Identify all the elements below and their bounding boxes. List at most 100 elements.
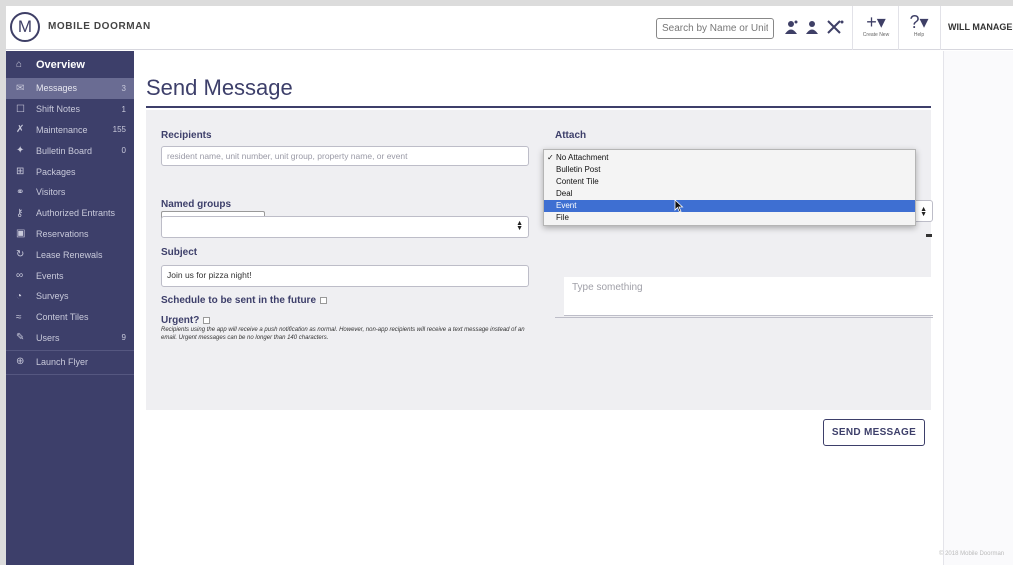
sidebar-item-shift-notes[interactable]: ☐ Shift Notes 1 — [6, 99, 134, 120]
sidebar-item-launch-flyer[interactable]: ⊕ Launch Flyer — [6, 351, 134, 372]
editor-toolbar — [926, 234, 932, 237]
urgent-label: Urgent? — [161, 315, 200, 326]
tiles-icon: ≈ — [16, 311, 22, 323]
flyer-icon: ⊕ — [16, 356, 25, 368]
search-input[interactable] — [656, 18, 774, 39]
urgent-checkbox[interactable] — [203, 316, 211, 324]
sidebar-item-count: 3 — [121, 83, 126, 93]
sidebar-item-label: Users — [36, 332, 60, 343]
envelope-icon: ✉ — [16, 82, 25, 94]
attach-option-file[interactable]: File — [544, 212, 915, 224]
refresh-icon: ↻ — [16, 249, 25, 261]
note-icon: ☐ — [16, 103, 25, 115]
brand-name: MOBILE DOORMAN — [48, 21, 151, 32]
residents-icon[interactable] — [804, 19, 820, 39]
toolbar-divider — [852, 6, 853, 50]
sidebar-item-label: Bulletin Board — [36, 145, 93, 156]
editor-divider — [555, 317, 933, 318]
sidebar-item-packages[interactable]: ⊞ Packages — [6, 161, 134, 182]
user-menu[interactable]: WILL MANAGER — [948, 22, 1013, 32]
staff-icon[interactable] — [783, 19, 799, 39]
schedule-label: Schedule to be sent in the future — [161, 295, 317, 306]
sidebar-item-count: 0 — [121, 146, 126, 156]
named-groups-label: Named groups — [161, 199, 232, 210]
subject-label: Subject — [161, 247, 198, 258]
logo[interactable]: M — [10, 12, 40, 42]
create-new-button[interactable]: +▾ Create New — [858, 12, 894, 38]
sidebar-item-label: Authorized Entrants — [36, 208, 116, 219]
urgent-option: Urgent? — [161, 315, 211, 326]
sidebar-item-label: Maintenance — [36, 124, 88, 135]
sidebar-item-content-tiles[interactable]: ≈ Content Tiles — [6, 307, 134, 328]
sidebar-item-users[interactable]: ✎ Users 9 — [6, 328, 134, 349]
package-icon: ⊞ — [16, 166, 25, 178]
sidebar-item-events[interactable]: ∞ Events — [6, 265, 134, 286]
attach-option-no-attachment[interactable]: No Attachment — [544, 152, 915, 164]
schedule-checkbox[interactable] — [320, 296, 328, 304]
sidebar-item-label: Launch Flyer — [36, 356, 89, 367]
create-new-caption: Create New — [862, 32, 890, 38]
attach-option-deal[interactable]: Deal — [544, 188, 915, 200]
urgent-note: Recipients using the app will receive a … — [161, 327, 525, 341]
sidebar-item-label: Content Tiles — [36, 312, 89, 323]
sidebar-item-lease-renewals[interactable]: ↻ Lease Renewals — [6, 244, 134, 265]
sidebar-item-overview[interactable]: ⌂ Overview — [6, 51, 134, 78]
calendar-icon: ▣ — [16, 228, 26, 240]
sidebar-item-label: Messages — [36, 83, 78, 94]
visitors-icon: ⚭ — [16, 186, 25, 198]
mouse-cursor-icon — [674, 199, 684, 213]
recipients-input[interactable]: resident name, unit number, unit group, … — [161, 146, 529, 166]
subject-input[interactable]: Join us for pizza night! — [161, 265, 529, 287]
sidebar-item-count: 9 — [121, 333, 126, 343]
sidebar-divider — [6, 374, 134, 376]
message-editor[interactable]: Type something — [564, 277, 933, 316]
sidebar-item-label: Packages — [36, 166, 76, 177]
right-panel — [943, 51, 1013, 565]
sidebar-item-label: Reservations — [36, 228, 89, 239]
top-bar: M MOBILE DOORMAN +▾ Create New ?▾ Help W… — [6, 6, 1013, 50]
schedule-option: Schedule to be sent in the future — [161, 295, 328, 306]
sidebar-item-label: Visitors — [36, 187, 66, 198]
attach-label: Attach — [555, 130, 587, 141]
survey-icon: ◔ — [16, 290, 23, 302]
page-title: Send Message — [146, 75, 293, 100]
maintenance-icon[interactable] — [826, 19, 844, 39]
sidebar-item-count: 1 — [121, 104, 126, 114]
select-arrows-icon: ▲ ▼ — [920, 206, 927, 218]
sidebar-item-label: Events — [36, 270, 64, 281]
sidebar-item-label: Overview — [36, 58, 85, 71]
send-message-button[interactable]: SEND MESSAGE — [823, 419, 925, 446]
main-content: Send Message Recipients resident name, u… — [134, 51, 943, 565]
ticket-icon: ∞ — [16, 270, 24, 282]
help-icon: ?▾ — [909, 12, 929, 32]
sidebar-item-surveys[interactable]: ◔ Surveys — [6, 286, 134, 307]
key-icon: ⚷ — [16, 207, 24, 219]
logo-letter: M — [17, 17, 33, 36]
tools-icon: ✗ — [16, 124, 25, 136]
title-divider — [146, 106, 931, 108]
help-button[interactable]: ?▾ Help — [901, 12, 937, 38]
help-caption: Help — [913, 32, 925, 38]
plus-icon: +▾ — [866, 12, 886, 32]
sidebar-item-bulletin-board[interactable]: ✦ Bulletin Board 0 — [6, 140, 134, 161]
named-groups-select[interactable]: ▲ ▼ — [161, 216, 529, 238]
sidebar-item-label: Lease Renewals — [36, 249, 103, 260]
footer-copyright: © 2018 Mobile Doorman — [939, 551, 1005, 557]
select-arrows-icon: ▲ ▼ — [516, 220, 523, 232]
attach-option-content-tile[interactable]: Content Tile — [544, 176, 915, 188]
sidebar: ⌂ Overview ✉ Messages 3 ☐ Shift Notes 1 … — [6, 51, 134, 565]
user-icon: ✎ — [16, 332, 25, 344]
sidebar-item-visitors[interactable]: ⚭ Visitors — [6, 182, 134, 203]
sidebar-item-authorized-entrants[interactable]: ⚷ Authorized Entrants — [6, 203, 134, 224]
sidebar-item-maintenance[interactable]: ✗ Maintenance 155 — [6, 120, 134, 141]
attach-option-bulletin-post[interactable]: Bulletin Post — [544, 164, 915, 176]
recipients-label: Recipients — [161, 130, 212, 141]
pin-icon: ✦ — [16, 145, 25, 157]
app-window: M MOBILE DOORMAN +▾ Create New ?▾ Help W… — [6, 6, 1013, 565]
toolbar-divider — [940, 6, 941, 50]
home-icon: ⌂ — [16, 59, 23, 70]
sidebar-item-reservations[interactable]: ▣ Reservations — [6, 224, 134, 245]
sidebar-item-messages[interactable]: ✉ Messages 3 — [6, 78, 134, 99]
attach-dropdown-list: No Attachment Bulletin Post Content Tile… — [543, 149, 916, 226]
attach-option-event[interactable]: Event — [544, 200, 915, 212]
